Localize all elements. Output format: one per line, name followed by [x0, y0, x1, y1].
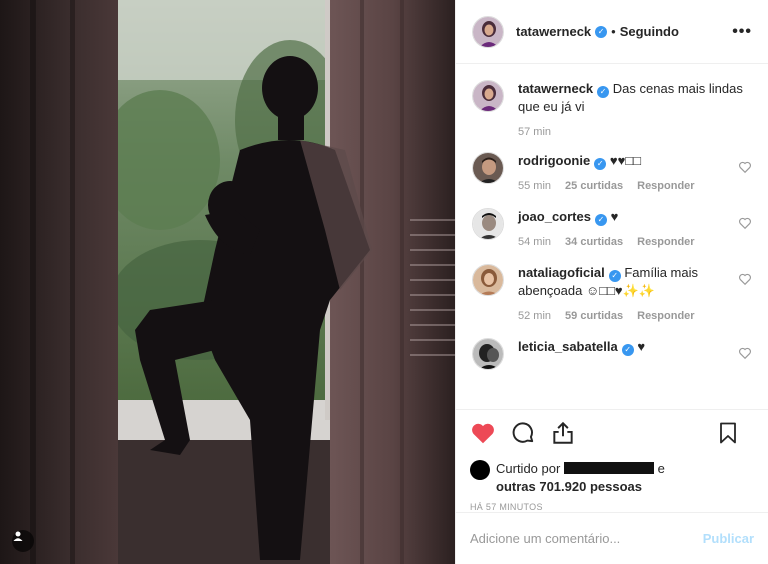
comment-meta: 54 min 34 curtidas Responder — [518, 236, 728, 248]
heart-outline-icon[interactable] — [738, 160, 752, 174]
caption-avatar-image — [473, 81, 503, 111]
comment-icon[interactable] — [510, 420, 536, 446]
comment-message: ♥ — [637, 339, 646, 354]
redacted-username — [563, 462, 654, 474]
verified-badge-icon: ✓ — [594, 214, 607, 226]
commenter-avatar-image — [473, 339, 503, 369]
reply-button[interactable]: Responder — [637, 236, 694, 248]
comment-meta: 55 min 25 curtidas Responder — [518, 180, 728, 192]
comment-input[interactable] — [470, 531, 703, 546]
caption-age[interactable]: 57 min — [518, 126, 551, 138]
comment-message: ♥ — [610, 209, 619, 224]
comment-text: rodrigoonie ✓ ♥♥□□ — [518, 152, 728, 170]
share-icon[interactable] — [550, 420, 576, 446]
verified-badge-icon: ✓ — [597, 86, 610, 98]
author-avatar[interactable] — [472, 15, 504, 48]
more-icon[interactable]: ••• — [732, 23, 752, 41]
heart-outline-icon[interactable] — [738, 216, 752, 230]
photo-scene — [0, 0, 455, 564]
add-comment-bar: Publicar — [456, 512, 768, 564]
action-icons — [470, 418, 754, 448]
comment-glyph — [512, 422, 534, 443]
verified-badge-icon: ✓ — [621, 344, 634, 356]
bookmark-glyph — [720, 422, 736, 444]
header-separator: • — [611, 24, 616, 39]
comment-message: ♥♥□□ — [609, 153, 641, 168]
comment-age[interactable]: 55 min — [518, 180, 551, 192]
comment-item: nataliagoficial ✓ Família mais abençoada … — [472, 264, 752, 322]
comment-username[interactable]: leticia_sabatella — [518, 339, 618, 354]
verified-badge-icon: ✓ — [608, 270, 621, 282]
comment-body: rodrigoonie ✓ ♥♥□□ 55 min 25 curtidas Res… — [518, 152, 752, 192]
post-header: tatawerneck ✓ • Seguindo ••• — [456, 0, 768, 64]
commenter-avatar[interactable] — [472, 152, 504, 184]
reply-button[interactable]: Responder — [637, 310, 694, 322]
comment-text: nataliagoficial ✓ Família mais abençoada … — [518, 264, 728, 300]
caption-username[interactable]: tatawerneck — [518, 81, 593, 96]
comment-meta: 52 min 59 curtidas Responder — [518, 310, 728, 322]
liker-avatar[interactable] — [470, 460, 490, 480]
comment-username[interactable]: joao_cortes — [518, 209, 591, 224]
author-username[interactable]: tatawerneck — [516, 24, 591, 39]
user-tag-icon[interactable] — [12, 530, 34, 552]
comment-text: leticia_sabatella ✓ ♥ — [518, 338, 728, 356]
comment-body: leticia_sabatella ✓ ♥ — [518, 338, 752, 370]
caption: tatawerneck ✓ Das cenas mais lindas que e… — [472, 80, 752, 138]
likes-summary: Curtido por e outras 701.920 pessoas — [470, 460, 754, 496]
caption-body: tatawerneck ✓ Das cenas mais lindas que e… — [518, 80, 752, 138]
share-glyph — [553, 421, 573, 444]
post-timestamp[interactable]: Há 57 minutos — [470, 502, 754, 512]
heart-outline-icon[interactable] — [738, 272, 752, 286]
commenter-avatar[interactable] — [472, 208, 504, 240]
comment-likes[interactable]: 25 curtidas — [565, 180, 623, 192]
comment-age[interactable]: 52 min — [518, 310, 551, 322]
comment-likes[interactable]: 59 curtidas — [565, 310, 623, 322]
comment-list[interactable]: tatawerneck ✓ Das cenas mais lindas que e… — [456, 64, 768, 409]
comment-username[interactable]: rodrigoonie — [518, 153, 590, 168]
comment-username[interactable]: nataliagoficial — [518, 265, 605, 280]
comment-item: joao_cortes ✓ ♥ 54 min 34 curtidas Respon… — [472, 208, 752, 248]
post-viewer: tatawerneck ✓ • Seguindo ••• tatawerneck… — [0, 0, 768, 564]
bookmark-icon[interactable] — [716, 420, 740, 446]
comment-body: nataliagoficial ✓ Família mais abençoada … — [518, 264, 752, 322]
author-avatar-image — [473, 16, 503, 47]
header-names: tatawerneck ✓ • Seguindo — [516, 24, 679, 39]
likes-text: Curtido por e outras 701.920 pessoas — [496, 460, 665, 496]
verified-badge-icon: ✓ — [594, 158, 607, 170]
commenter-avatar-image — [473, 265, 503, 295]
reply-button[interactable]: Responder — [637, 180, 694, 192]
caption-avatar[interactable] — [472, 80, 504, 112]
commenter-avatar-image — [473, 209, 503, 239]
comment-age[interactable]: 54 min — [518, 236, 551, 248]
commenter-avatar[interactable] — [472, 264, 504, 296]
liked-by-prefix: Curtido por — [496, 461, 561, 476]
likes-count-link[interactable]: outras 701.920 pessoas — [496, 479, 642, 494]
post-sidebar: tatawerneck ✓ • Seguindo ••• tatawerneck… — [455, 0, 768, 564]
caption-text: tatawerneck ✓ Das cenas mais lindas que e… — [518, 80, 752, 116]
comment-text: joao_cortes ✓ ♥ — [518, 208, 728, 226]
caption-meta: 57 min — [518, 126, 752, 138]
verified-badge-icon: ✓ — [595, 25, 608, 38]
comment-item: rodrigoonie ✓ ♥♥□□ 55 min 25 curtidas Res… — [472, 152, 752, 192]
heart-filled-icon[interactable] — [470, 420, 496, 446]
publish-button[interactable]: Publicar — [703, 531, 754, 546]
post-actions: Curtido por e outras 701.920 pessoas Há … — [456, 409, 768, 512]
post-photo[interactable] — [0, 0, 455, 564]
commenter-avatar-image — [473, 153, 503, 183]
comment-body: joao_cortes ✓ ♥ 54 min 34 curtidas Respon… — [518, 208, 752, 248]
heart-filled-glyph — [472, 423, 494, 444]
commenter-avatar[interactable] — [472, 338, 504, 370]
user-tag-glyph — [13, 531, 23, 541]
comment-likes[interactable]: 34 curtidas — [565, 236, 623, 248]
follow-button[interactable]: Seguindo — [620, 24, 679, 39]
likes-conjunction: e — [657, 461, 665, 476]
comment-item: leticia_sabatella ✓ ♥ — [472, 338, 752, 370]
heart-outline-icon[interactable] — [738, 346, 752, 360]
